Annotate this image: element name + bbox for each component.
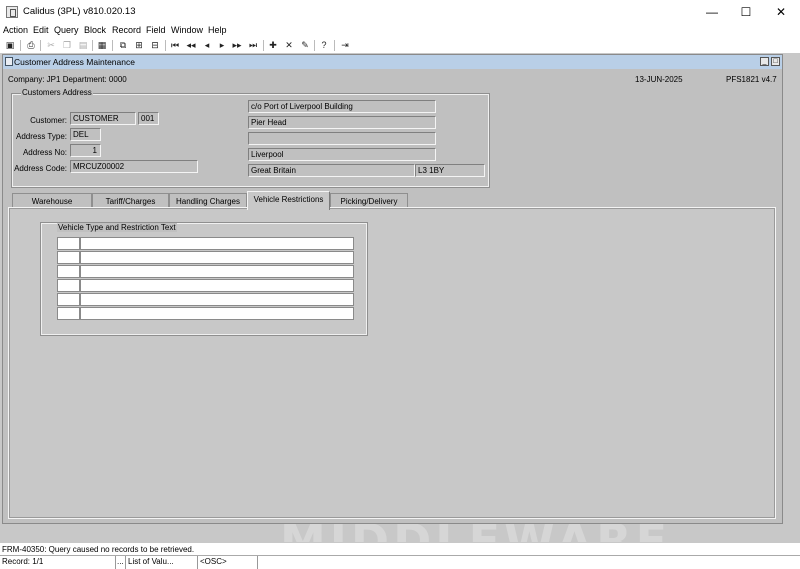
menu-action[interactable]: Action bbox=[3, 25, 28, 35]
restriction-text-field[interactable] bbox=[80, 251, 354, 264]
copy-icon[interactable]: ❐ bbox=[61, 39, 73, 51]
help-icon[interactable]: ? bbox=[318, 39, 330, 51]
company-department: Company: JP1 Department: 0000 bbox=[8, 75, 127, 84]
vehicle-type-field[interactable] bbox=[57, 279, 80, 292]
tab-picking-delivery[interactable]: Picking/Delivery bbox=[330, 193, 408, 209]
form-minimize-button[interactable]: _ bbox=[760, 57, 769, 66]
form-titlebar: Customer Address Maintenance bbox=[3, 55, 782, 69]
menu-edit[interactable]: Edit bbox=[33, 25, 49, 35]
message-line: FRM-40350: Query caused no records to be… bbox=[0, 542, 800, 555]
insert-record-icon[interactable]: ✚ bbox=[267, 39, 279, 51]
customer-label: Customer: bbox=[30, 116, 67, 125]
vehicle-type-field[interactable] bbox=[57, 251, 80, 264]
restriction-text-field[interactable] bbox=[80, 293, 354, 306]
toolbar-separator bbox=[112, 40, 113, 51]
postcode-field[interactable]: L3 1BY bbox=[415, 164, 485, 177]
app-icon bbox=[6, 6, 18, 18]
restriction-text-field[interactable] bbox=[80, 307, 354, 320]
address-code-label: Address Code: bbox=[14, 164, 67, 173]
customer-type-field[interactable]: CUSTOMER bbox=[70, 112, 136, 125]
remove-record-icon[interactable]: ✕ bbox=[283, 39, 295, 51]
tab-handling-charges[interactable]: Handling Charges bbox=[169, 193, 247, 209]
minimize-button[interactable]: — bbox=[695, 0, 729, 24]
window-title: Calidus (3PL) v810.020.13 bbox=[23, 6, 136, 17]
lock-record-icon[interactable]: ✎ bbox=[299, 39, 311, 51]
tab-tariff-charges[interactable]: Tariff/Charges bbox=[92, 193, 169, 209]
toolbar-separator bbox=[40, 40, 41, 51]
print-icon[interactable]: ⎙ bbox=[25, 39, 37, 51]
clear-icon[interactable]: ⊟ bbox=[149, 39, 161, 51]
vehicle-type-field[interactable] bbox=[57, 265, 80, 278]
form-title: Customer Address Maintenance bbox=[14, 57, 135, 67]
address-line1-field[interactable]: c/o Port of Liverpool Building bbox=[248, 100, 436, 113]
menu-help[interactable]: Help bbox=[208, 25, 227, 35]
next-set-icon[interactable]: ▸▸ bbox=[231, 39, 243, 51]
cut-icon[interactable]: ✂ bbox=[45, 39, 57, 51]
prev-record-icon[interactable]: ◂ bbox=[201, 39, 213, 51]
restriction-text-field[interactable] bbox=[80, 265, 354, 278]
form-icon bbox=[5, 57, 13, 66]
duplicate-icon[interactable]: ⧉ bbox=[117, 39, 129, 51]
prev-set-icon[interactable]: ◂◂ bbox=[185, 39, 197, 51]
maximize-button[interactable]: ☐ bbox=[729, 0, 763, 24]
form-maximize-button[interactable]: □ bbox=[771, 57, 780, 66]
status-bar: Record: 1/1 ... List of Valu... <OSC> bbox=[0, 555, 800, 569]
address-no-field[interactable]: 1 bbox=[70, 144, 101, 157]
customer-code-field[interactable]: 001 bbox=[138, 112, 159, 125]
exit-icon[interactable]: ⇥ bbox=[339, 39, 351, 51]
restriction-text-field[interactable] bbox=[80, 237, 354, 250]
toolbar-separator bbox=[263, 40, 264, 51]
status-ellipsis: ... bbox=[116, 556, 126, 569]
tab-vehicle-restrictions[interactable]: Vehicle Restrictions bbox=[247, 191, 330, 210]
vehicle-type-field[interactable] bbox=[57, 293, 80, 306]
first-record-icon[interactable]: ⏮ bbox=[169, 39, 181, 51]
vehicle-type-field[interactable] bbox=[57, 307, 80, 320]
last-record-icon[interactable]: ⏭ bbox=[247, 39, 259, 51]
record-count: Record: 1/1 bbox=[0, 556, 116, 569]
country-field[interactable]: Great Britain bbox=[248, 164, 415, 177]
address-line3-field[interactable] bbox=[248, 132, 436, 145]
menu-block[interactable]: Block bbox=[84, 25, 106, 35]
close-button[interactable]: ✕ bbox=[764, 0, 798, 24]
restriction-text-field[interactable] bbox=[80, 279, 354, 292]
window-titlebar: Calidus (3PL) v810.020.13 — ☐ ✕ bbox=[0, 0, 800, 24]
address-line2-field[interactable]: Pier Head bbox=[248, 116, 436, 129]
list-of-values-indicator: List of Valu... bbox=[126, 556, 198, 569]
toolbar: ▣ ⎙ ✂ ❐ ▤ ▦ ⧉ ⊞ ⊟ ⏮ ◂◂ ◂ ▸ ▸▸ ⏭ ✚ ✕ ✎ ? … bbox=[0, 38, 800, 53]
list-icon[interactable]: ⊞ bbox=[133, 39, 145, 51]
toolbar-separator bbox=[334, 40, 335, 51]
toolbar-separator bbox=[20, 40, 21, 51]
menu-bar: Action Edit Query Block Record Field Win… bbox=[0, 24, 800, 38]
address-type-field[interactable]: DEL bbox=[70, 128, 101, 141]
tab-warehouse[interactable]: Warehouse bbox=[12, 193, 92, 209]
vehicle-restriction-legend: Vehicle Type and Restriction Text bbox=[57, 223, 177, 232]
toolbar-separator bbox=[314, 40, 315, 51]
menu-record[interactable]: Record bbox=[112, 25, 141, 35]
customers-address-legend: Customers Address bbox=[21, 88, 93, 97]
city-field[interactable]: Liverpool bbox=[248, 148, 436, 161]
program-version: PFS1821 v4.7 bbox=[726, 75, 777, 84]
vehicle-restrictions-panel: Vehicle Type and Restriction Text bbox=[8, 207, 776, 519]
next-record-icon[interactable]: ▸ bbox=[216, 39, 228, 51]
toolbar-separator bbox=[165, 40, 166, 51]
menu-window[interactable]: Window bbox=[171, 25, 203, 35]
menu-query[interactable]: Query bbox=[54, 25, 79, 35]
paste-icon[interactable]: ▤ bbox=[77, 39, 89, 51]
vehicle-type-field[interactable] bbox=[57, 237, 80, 250]
save-icon[interactable]: ▣ bbox=[4, 39, 16, 51]
address-code-field[interactable]: MRCUZ00002 bbox=[70, 160, 198, 173]
current-date: 13-JUN-2025 bbox=[635, 75, 683, 84]
address-type-label: Address Type: bbox=[16, 132, 67, 141]
menu-field[interactable]: Field bbox=[146, 25, 166, 35]
delete-icon[interactable]: ▦ bbox=[96, 39, 108, 51]
toolbar-separator bbox=[92, 40, 93, 51]
address-no-label: Address No: bbox=[22, 148, 67, 157]
osc-indicator: <OSC> bbox=[198, 556, 258, 569]
